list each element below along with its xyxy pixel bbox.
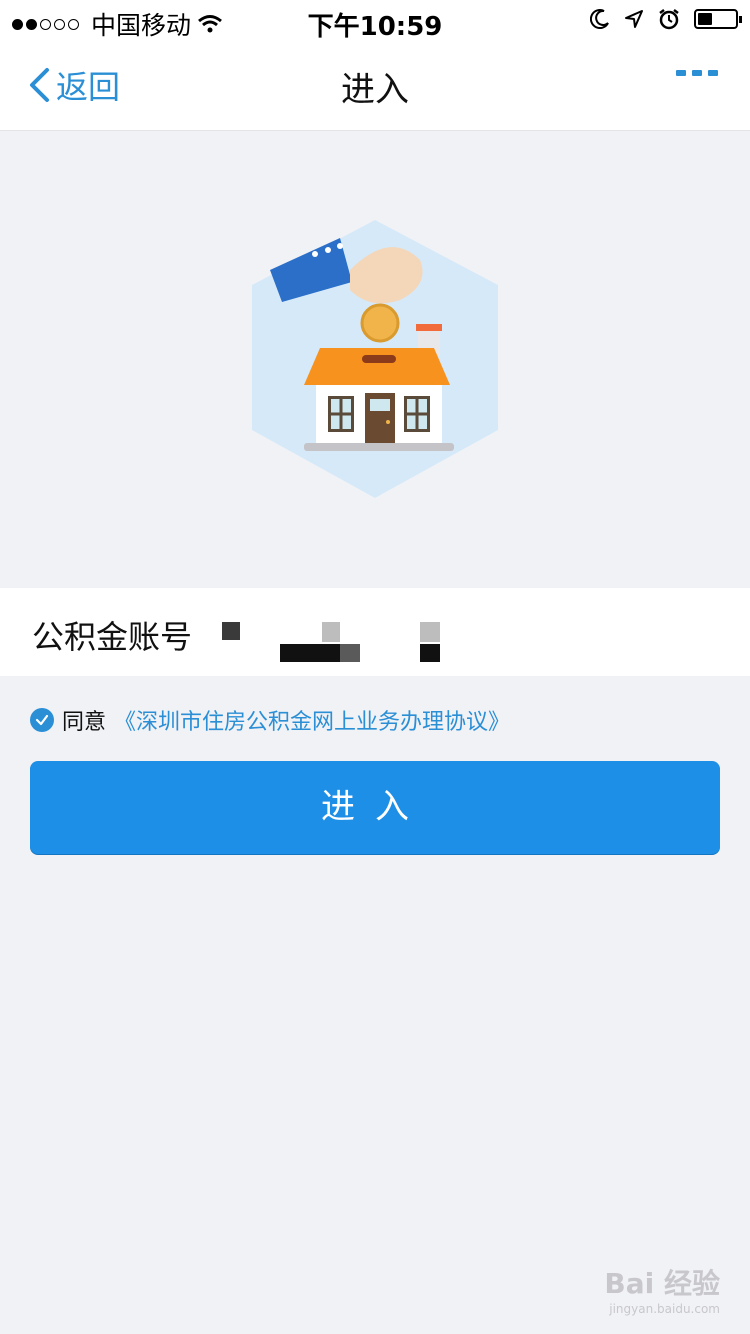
masked-digit: [420, 622, 440, 642]
masked-digit: [420, 644, 440, 662]
more-button[interactable]: [676, 70, 718, 76]
masked-digit: [222, 622, 240, 640]
moon-icon: [590, 9, 609, 29]
more-dots-icon: [676, 70, 686, 76]
agreement-link[interactable]: 《深圳市住房公积金网上业务办理协议》: [114, 704, 510, 736]
enter-button[interactable]: 进入: [30, 761, 720, 854]
account-label: 公积金账号: [32, 618, 193, 656]
agreement-checkbox[interactable]: [30, 708, 54, 732]
battery-icon: [694, 9, 742, 29]
house-fund-illustration: [252, 220, 498, 498]
coin-icon: [360, 303, 400, 343]
agreement-prefix: 同意: [62, 710, 107, 735]
check-icon: [35, 714, 49, 726]
page-title: 进入: [341, 70, 409, 110]
account-row: 公积金账号: [0, 588, 750, 676]
status-bar: 中国移动 下午10:59: [0, 0, 750, 42]
masked-digit: [322, 622, 340, 642]
baidu-watermark: Bai 经验 jingyan.baidu.com: [604, 1262, 720, 1316]
masked-digit: [340, 644, 360, 662]
house-roof: [304, 348, 450, 385]
watermark-sub: jingyan.baidu.com: [609, 1302, 720, 1316]
agreement-row: 同意 《深圳市住房公积金网上业务办理协议》: [30, 704, 510, 736]
navigation-bar: 返回 进入: [0, 40, 750, 131]
alarm-icon: [659, 9, 679, 30]
location-arrow-icon: [625, 10, 643, 28]
status-right: [590, 8, 742, 30]
watermark-main: Bai 经验: [604, 1267, 720, 1300]
account-number-input[interactable]: [210, 602, 710, 662]
